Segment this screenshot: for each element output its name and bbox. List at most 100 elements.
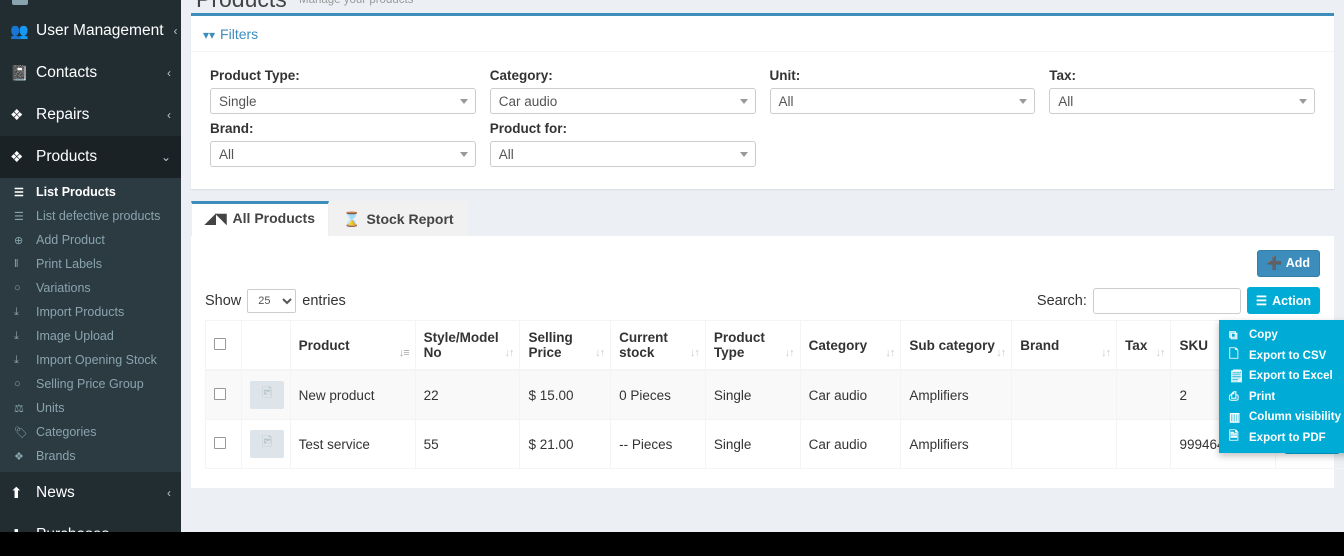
sidebar-item-purchases[interactable]: ⬇Purchases‹ — [0, 514, 181, 532]
table-header-style-model-no[interactable]: Style/Model No ↓↑ — [414, 320, 521, 371]
sidebar-item-partial-top[interactable] — [0, 0, 181, 10]
sidebar-subitem-label: Image Upload — [36, 329, 114, 343]
sort-icon: ↓↑ — [996, 347, 1006, 359]
category-value: Car audio — [498, 93, 558, 109]
filters-row-1: Product Type: Single Category: Car audio… — [203, 61, 1322, 114]
sidebar-item-products[interactable]: ❖ Products ⌄ — [0, 136, 181, 178]
export-menu-item-export-to-pdf[interactable]: 🗎 Export to PDF — [1219, 428, 1344, 449]
page-subtitle: Manage your products — [299, 0, 414, 6]
row-image-cell: 🖻 — [241, 369, 291, 420]
download-icon: ⤓ — [14, 329, 19, 342]
table-header-sub-category[interactable]: Sub category ↓↑ — [900, 320, 1013, 371]
sidebar-item-repairs[interactable]: ❖ Repairs ‹ — [0, 94, 181, 136]
cell-brand — [1011, 369, 1118, 420]
cell-product: New product — [289, 369, 416, 420]
filters-header-label: Filters — [220, 26, 259, 42]
export-dropdown-menu[interactable]: ⧉ Copy 🗋 Export to CSV 🗒 Export to Excel ⎙ Prin… — [1219, 320, 1344, 453]
row-checkbox[interactable] — [214, 387, 226, 400]
filter-label: Product for: — [489, 121, 567, 136]
datatable-controls: Show 2550100All entries Search: ☰ Action — [205, 285, 1320, 320]
filter-label: Unit: — [769, 68, 801, 83]
page-length-select[interactable]: 2550100All — [247, 288, 297, 313]
sidebar-subitem-selling-price-group[interactable]: ○ Selling Price Group — [0, 372, 181, 396]
export-menu-item-export-to-excel[interactable]: 🗒 Export to Excel — [1219, 366, 1344, 387]
table-header-tax[interactable]: Tax ↓↑ — [1116, 320, 1172, 371]
category-select[interactable]: Car audio — [489, 88, 756, 114]
print-icon: ⎙ — [1229, 389, 1239, 404]
chevron-down-icon — [1299, 99, 1307, 104]
sidebar-subitem-list-defective-products[interactable]: ☰ List defective products — [0, 204, 181, 228]
sidebar-submenu-products: ☰ List Products ☰ List defective products ⊕ A… — [0, 178, 181, 472]
file-pdf-icon: 🗎 — [1229, 429, 1239, 444]
export-menu-item-column-visibility[interactable]: ▥ Column visibility — [1219, 407, 1344, 428]
tax-value: All — [1058, 93, 1074, 109]
export-menu-item-export-to-csv[interactable]: 🗋 Export to CSV — [1219, 346, 1344, 367]
table-header-brand[interactable]: Brand ↓↑ — [1011, 320, 1118, 371]
table-row: 🖻 New product 22 $ 15.00 0 Pieces Single Car a… — [204, 369, 1344, 420]
list-icon: ☰ — [14, 210, 24, 223]
sidebar-subitem-image-upload[interactable]: ⤓ Image Upload — [0, 324, 181, 348]
hourglass-icon: ⌛ — [343, 211, 361, 227]
circle-o-icon: ○ — [14, 378, 21, 390]
sidebar-item-contacts[interactable]: 📓 Contacts ‹ — [0, 52, 181, 94]
table-header-row: Product ↓≡ Style/Model No ↓↑ Selling Price ↓↑… — [204, 320, 1344, 371]
list-icon: ☰ — [14, 186, 24, 199]
product-for-select[interactable]: All — [489, 141, 756, 167]
sidebar-subitem-categories[interactable]: 🏷 Categories — [0, 420, 181, 444]
select-all-checkbox[interactable] — [214, 337, 226, 350]
cubes-icon: ❖ — [10, 106, 24, 124]
table-head: Product ↓≡ Style/Model No ↓↑ Selling Price ↓↑… — [204, 320, 1344, 371]
table-header-label: Style/Model No — [423, 330, 499, 360]
tax-select[interactable]: All — [1049, 88, 1315, 114]
product-type-select[interactable]: Single — [210, 88, 476, 114]
sidebar-subitem-label: Brands — [36, 449, 76, 463]
arrow-circle-up-icon: ⬆ — [10, 484, 23, 502]
tag-icon: 🏷 — [14, 426, 28, 439]
sidebar-subitem-import-products[interactable]: ⤓ Import Products — [0, 300, 181, 324]
sidebar-subitem-import-opening-stock[interactable]: ⤓ Import Opening Stock — [0, 348, 181, 372]
cell-style-model-no: 55 — [414, 419, 521, 469]
cell-current-stock: 0 Pieces — [610, 369, 706, 420]
sidebar-item-label: News — [36, 484, 75, 501]
cell-product: Test service — [289, 419, 416, 469]
export-menu-item-print[interactable]: ⎙ Print — [1219, 387, 1344, 408]
unit-select[interactable]: All — [769, 88, 1036, 114]
sort-icon: ↓↑ — [784, 347, 795, 359]
sidebar-subitem-list-products[interactable]: ☰ List Products — [0, 180, 181, 204]
download-icon: ⤓ — [14, 305, 19, 318]
table-header-product[interactable]: Product ↓≡ — [289, 320, 416, 371]
sidebar-subitem-brands[interactable]: ❖ Brands — [0, 444, 181, 468]
table-header-current-stock[interactable]: Current stock ↓↑ — [610, 320, 706, 371]
sidebar-subitem-add-product[interactable]: ⊕ Add Product — [0, 228, 181, 252]
export-menu-item-copy[interactable]: ⧉ Copy — [1219, 325, 1344, 346]
sort-icon: ↓↑ — [504, 347, 514, 359]
sidebar-item-news[interactable]: ⬆ News ‹ — [0, 472, 181, 514]
brand-select[interactable]: All — [210, 141, 476, 167]
cell-product-type: Single — [704, 419, 801, 469]
sidebar-item-user-management[interactable]: 👥 User Management ‹ — [0, 10, 181, 52]
cell-sub-category: Amplifiers — [900, 419, 1013, 469]
users-icon: 👥 — [10, 22, 29, 40]
table-header-category[interactable]: Category ↓↑ — [799, 320, 902, 371]
table-header-product-type[interactable]: Product Type ↓↑ — [704, 320, 801, 371]
product-thumbnail-placeholder-icon: 🖻 — [250, 430, 285, 458]
tab-stock-report[interactable]: ⌛ Stock Report — [329, 201, 468, 236]
add-button[interactable]: ➕ Add — [1256, 250, 1320, 277]
sidebar-subitem-units[interactable]: ⚖ Units — [0, 396, 181, 420]
sidebar-subitem-label: Print Labels — [36, 257, 103, 271]
cell-style-model-no: 22 — [414, 369, 521, 420]
sidebar-subitem-variations[interactable]: ○ Variations — [0, 276, 181, 300]
tab-all-products[interactable]: ◢◥ All Products — [191, 201, 330, 236]
cubes-icon: ❖ — [10, 148, 24, 166]
row-checkbox[interactable] — [214, 436, 226, 449]
sidebar-subitem-print-labels[interactable]: ‖ Print Labels — [0, 252, 181, 276]
filters-header[interactable]: ▾▾ Filters — [191, 16, 1334, 52]
search-input[interactable] — [1092, 287, 1241, 314]
chevron-down-icon — [739, 152, 748, 157]
row-checkbox-cell — [204, 419, 243, 469]
action-button[interactable]: ☰ Action — [1246, 287, 1320, 314]
sidebar-item-label: Repairs — [36, 106, 90, 123]
all-products-panel: ➕ Add Show 2550100All entries Search: ☰ A… — [191, 236, 1344, 488]
table-header-selling-price[interactable]: Selling Price ↓↑ — [519, 320, 612, 371]
sort-icon: ↓≡ — [398, 347, 410, 359]
